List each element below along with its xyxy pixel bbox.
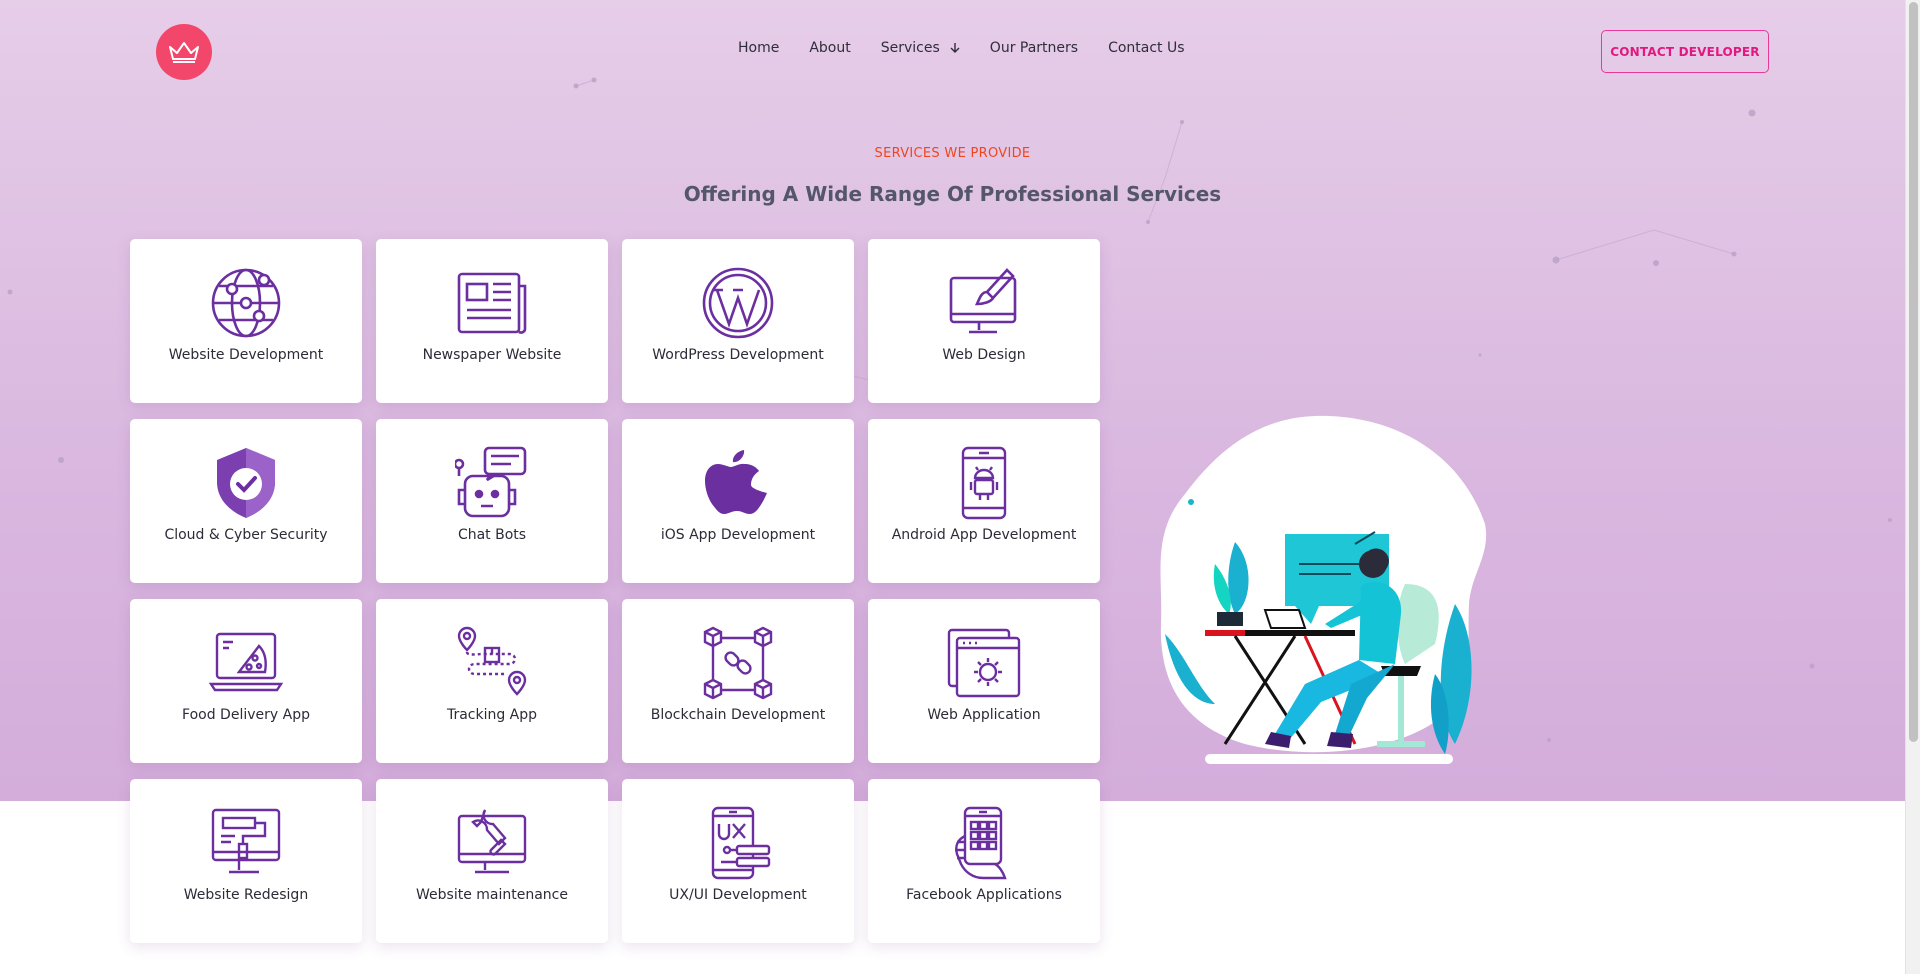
service-card-website-redesign[interactable]: Website Redesign <box>130 779 362 943</box>
service-label: Newspaper Website <box>422 347 562 363</box>
crown-icon <box>169 42 199 63</box>
service-label: Blockchain Development <box>650 707 826 723</box>
apple-icon <box>700 445 776 521</box>
nav-about-label: About <box>809 40 851 56</box>
service-card-website-development[interactable]: Website Development <box>130 239 362 403</box>
service-label: Web Application <box>927 707 1041 723</box>
service-label: WordPress Development <box>652 347 824 363</box>
monitor-roller-icon <box>208 805 284 881</box>
android-phone-icon <box>946 445 1022 521</box>
shield-check-icon <box>208 445 284 521</box>
service-card-ios-app-development[interactable]: iOS App Development <box>622 419 854 583</box>
service-card-food-delivery-app[interactable]: Food Delivery App <box>130 599 362 763</box>
scrollbar-thumb[interactable] <box>1909 2 1918 742</box>
section-title: Offering A Wide Range Of Professional Se… <box>683 182 1222 206</box>
robot-chat-icon <box>454 445 530 521</box>
service-label: UX/UI Development <box>669 887 807 903</box>
service-card-website-maintenance[interactable]: Website maintenance <box>376 779 608 943</box>
service-card-chat-bots[interactable]: Chat Bots <box>376 419 608 583</box>
service-label: Tracking App <box>446 707 538 723</box>
browser-gear-icon <box>946 625 1022 701</box>
nav-contact-us[interactable]: Contact Us <box>1108 40 1184 56</box>
main-nav: Home About Services Our Partners Contact… <box>738 40 1185 56</box>
arrow-down-icon <box>950 43 960 53</box>
nav-contact-label: Contact Us <box>1108 40 1185 56</box>
service-card-wordpress-development[interactable]: WordPress Development <box>622 239 854 403</box>
hand-phone-apps-icon <box>946 805 1022 881</box>
nav-services[interactable]: Services <box>881 40 960 56</box>
wordpress-icon <box>700 265 776 341</box>
service-card-android-app-development[interactable]: Android App Development <box>868 419 1100 583</box>
section-kicker: SERVICES WE PROVIDE <box>874 146 1031 161</box>
service-label: Web Design <box>942 347 1026 363</box>
service-label: Website Development <box>168 347 324 363</box>
laptop-pizza-icon <box>208 625 284 701</box>
service-label: iOS App Development <box>660 527 816 543</box>
site-logo[interactable] <box>156 24 212 80</box>
service-card-web-design[interactable]: Web Design <box>868 239 1100 403</box>
service-label: Website Redesign <box>183 887 309 903</box>
service-card-newspaper-website[interactable]: Newspaper Website <box>376 239 608 403</box>
service-label: Website maintenance <box>416 887 568 903</box>
contact-developer-button[interactable]: CONTACT DEVELOPER <box>1601 30 1769 73</box>
service-card-ux-ui-development[interactable]: UX/UI Development <box>622 779 854 943</box>
developer-at-desk-illustration <box>1155 414 1495 766</box>
monitor-wrench-icon <box>454 805 530 881</box>
newspaper-icon <box>454 265 530 341</box>
service-label: Food Delivery App <box>182 707 310 723</box>
nav-home[interactable]: Home <box>738 40 779 56</box>
service-label: Facebook Applications <box>906 887 1062 903</box>
phone-ux-icon <box>700 805 776 881</box>
service-label: Android App Development <box>891 527 1077 543</box>
services-grid: Website Development Newspaper Website Wo… <box>130 239 1100 943</box>
service-label: Cloud & Cyber Security <box>164 527 328 543</box>
nav-home-label: Home <box>738 40 780 56</box>
service-card-blockchain-development[interactable]: Blockchain Development <box>622 599 854 763</box>
site-header: Home About Services Our Partners Contact… <box>0 0 1905 104</box>
service-card-tracking-app[interactable]: Tracking App <box>376 599 608 763</box>
vertical-scrollbar[interactable] <box>1905 0 1920 974</box>
nav-partners-label: Our Partners <box>989 40 1079 56</box>
service-card-cloud-cyber-security[interactable]: Cloud & Cyber Security <box>130 419 362 583</box>
monitor-brush-icon <box>946 265 1022 341</box>
service-card-web-application[interactable]: Web Application <box>868 599 1100 763</box>
blockchain-icon <box>700 625 776 701</box>
nav-about[interactable]: About <box>809 40 850 56</box>
service-label: Chat Bots <box>457 527 527 543</box>
service-card-facebook-applications[interactable]: Facebook Applications <box>868 779 1100 943</box>
nav-our-partners[interactable]: Our Partners <box>990 40 1078 56</box>
nav-services-label: Services <box>880 40 940 56</box>
globe-network-icon <box>208 265 284 341</box>
route-pin-icon <box>454 625 530 701</box>
